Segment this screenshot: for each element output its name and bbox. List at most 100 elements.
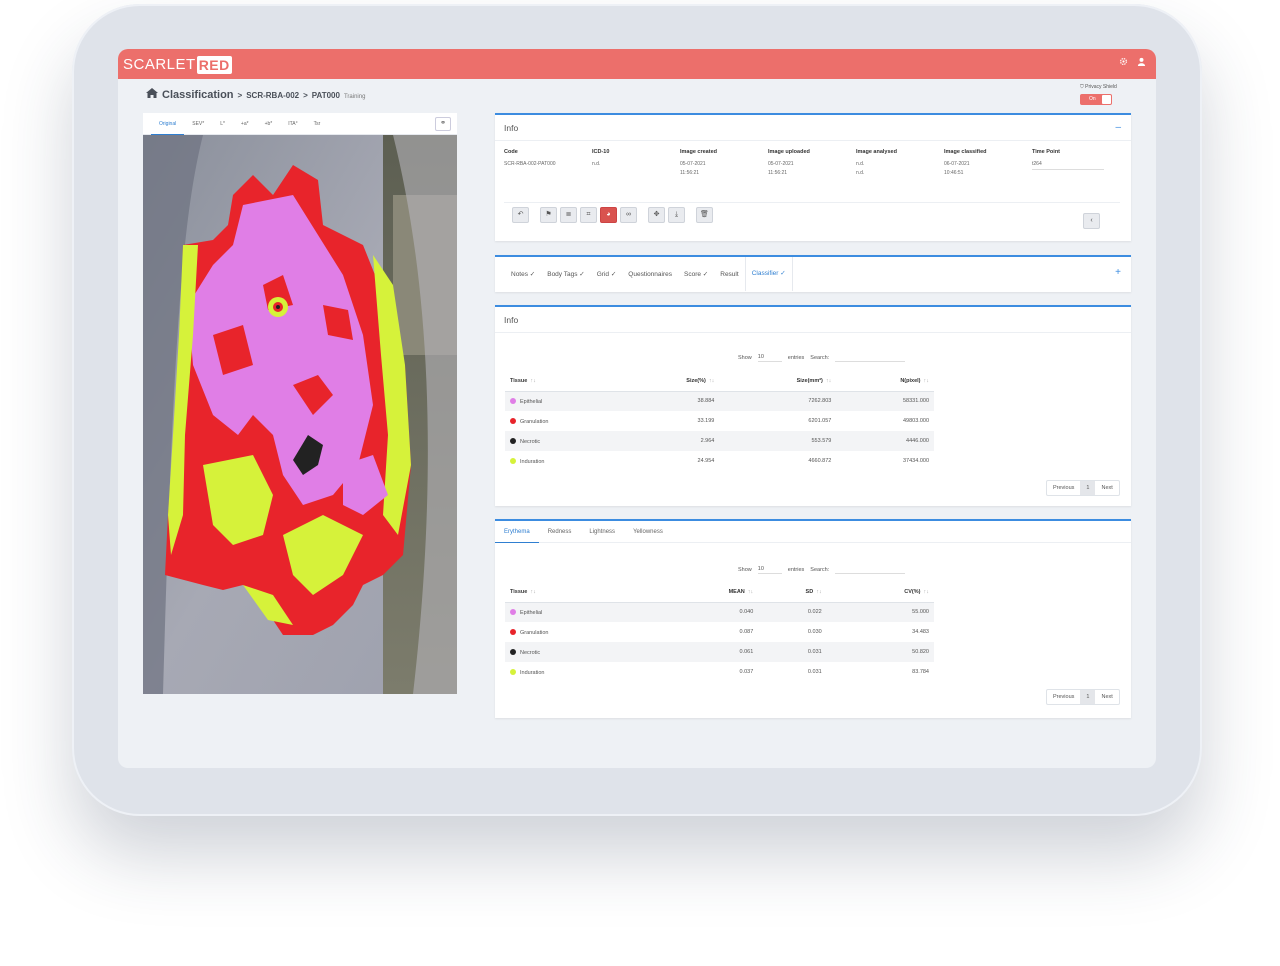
column-header[interactable]: SD ↑↓ <box>758 582 827 603</box>
tissue-color-dot <box>510 608 516 615</box>
section-tab[interactable]: Classifier ✓ <box>744 257 793 291</box>
column-header[interactable]: N(pixel) ↑↓ <box>836 371 934 392</box>
info-label: Code <box>504 149 518 155</box>
app-screen: SCARLET RED Classification > SCR-RBA-002… <box>118 49 1156 768</box>
info-label: Image uploaded <box>768 149 810 155</box>
sort-icon[interactable]: ↑↓ <box>826 378 832 384</box>
sort-icon[interactable]: ↑↓ <box>924 378 930 384</box>
column-header[interactable]: CV(%) ↑↓ <box>826 582 934 603</box>
image-panel: Original SEV* L* +a* +b* ITA° Tsr ⚭ <box>143 113 457 694</box>
sort-icon[interactable]: ↑↓ <box>530 378 536 384</box>
gear-icon[interactable] <box>1116 57 1130 71</box>
collapse-button[interactable]: – <box>1115 115 1121 141</box>
entries-select[interactable]: 10 <box>757 566 782 574</box>
trash-icon[interactable]: 🗑 <box>696 207 713 223</box>
crop-icon[interactable]: ⌗ <box>580 207 597 223</box>
image-tab[interactable]: +a* <box>233 113 257 135</box>
privacy-label: ⛉ Privacy Shield <box>1080 84 1117 90</box>
breadcrumb-patient[interactable]: SCR-RBA-002 <box>246 91 299 100</box>
wound-classification-image[interactable] <box>143 135 457 694</box>
value-cell: 0.030 <box>807 629 822 635</box>
column-header[interactable]: Size(%) ↑↓ <box>621 371 720 392</box>
classifier-icon[interactable]: ◕ <box>600 207 617 223</box>
section-tabs: Notes ✓ Body Tags ✓ Grid ✓ Questionnaires Sc… <box>495 257 1131 291</box>
info-value[interactable]: t264 <box>1032 160 1104 170</box>
search-label: Search: <box>810 567 830 573</box>
value-cell: 37434.000 <box>903 458 929 464</box>
metric-tab[interactable]: Yellowness <box>624 521 672 543</box>
chevron-left-icon[interactable]: ‹ <box>1083 213 1100 229</box>
page-button[interactable]: 1 <box>1080 481 1096 495</box>
entries-label: entries <box>787 567 805 573</box>
image-tab[interactable]: SEV* <box>184 113 212 135</box>
info-value: 05-07-2021 <box>768 161 794 167</box>
table2-pagination: Previous 1 Next <box>1046 689 1120 705</box>
tissue-color-dot <box>510 457 516 464</box>
previous-button[interactable]: Previous <box>1047 690 1080 704</box>
show-label: Show <box>738 567 752 573</box>
column-header[interactable]: Tissue ↑↓ <box>505 371 622 392</box>
image-tab[interactable]: Tsr <box>306 113 329 135</box>
info-title: Info <box>504 123 519 133</box>
undo-icon[interactable]: ↶ <box>512 207 529 223</box>
info-column: Time Point t264 <box>1032 148 1120 178</box>
link-icon[interactable]: ∞ <box>620 207 637 223</box>
info-grid: Code SCR-RBA-002-PAT000 ICD-10 n.d. Image cr… <box>504 148 1120 178</box>
metric-tab[interactable]: Redness <box>539 521 581 543</box>
user-icon[interactable] <box>1134 57 1148 71</box>
previous-button[interactable]: Previous <box>1047 481 1080 495</box>
table1-pagination: Previous 1 Next <box>1046 480 1120 496</box>
column-header[interactable]: MEAN ↑↓ <box>650 582 759 603</box>
value-cell: 38.884 <box>621 391 720 411</box>
section-tab[interactable]: Notes ✓ <box>505 270 541 278</box>
image-tab[interactable]: L* <box>212 113 233 135</box>
color-metrics-table: Tissue ↑↓ MEAN ↑↓ SD ↑↓ CV(%) ↑↓ Epithelial 0.040… <box>505 582 934 682</box>
list-icon[interactable]: ≣ <box>560 207 577 223</box>
sort-icon[interactable]: ↑↓ <box>924 589 930 595</box>
metric-tab[interactable]: Lightness <box>580 521 624 543</box>
value-cell: 0.040 <box>650 602 759 622</box>
unlink-icon[interactable]: ⚭ <box>435 116 451 131</box>
search-input[interactable] <box>835 566 906 574</box>
section-tab[interactable]: Score ✓ <box>678 270 714 278</box>
entries-label: entries <box>787 355 805 361</box>
brand-logo[interactable]: SCARLET RED <box>123 55 232 74</box>
value-cell: 553.579 <box>719 431 837 451</box>
sort-icon[interactable]: ↑↓ <box>709 378 715 384</box>
tissue-size-table: Tissue ↑↓ Size(%) ↑↓ Size(mm²) ↑↓ N(pixel) ↑↓ Ep… <box>505 371 934 471</box>
section-tab[interactable]: Grid ✓ <box>591 270 623 278</box>
column-header[interactable]: Size(mm²) ↑↓ <box>719 371 837 392</box>
metric-tab[interactable]: Erythema <box>495 521 539 543</box>
brand-name-a: SCARLET <box>123 56 196 73</box>
breadcrumb-case[interactable]: PAT000 <box>312 91 340 100</box>
value-cell: 0.087 <box>739 629 754 635</box>
section-tabs-card: Notes ✓ Body Tags ✓ Grid ✓ Questionnaires Sc… <box>495 255 1131 292</box>
section-tab[interactable]: Result <box>714 271 744 278</box>
entries-select[interactable]: 10 <box>757 354 782 362</box>
section-tab[interactable]: Body Tags ✓ <box>541 270 591 278</box>
search-input[interactable] <box>835 354 906 362</box>
column-header[interactable]: Tissue ↑↓ <box>505 582 651 603</box>
tissue-info-header: Info <box>495 307 1131 333</box>
home-icon[interactable] <box>146 87 158 101</box>
next-button[interactable]: Next <box>1095 481 1118 495</box>
sort-icon[interactable]: ↑↓ <box>748 589 754 595</box>
sort-icon[interactable]: ↑↓ <box>530 589 536 595</box>
add-section-button[interactable]: + <box>1115 267 1121 278</box>
section-tab[interactable]: Questionnaires <box>622 271 678 278</box>
image-tabs: Original SEV* L* +a* +b* ITA° Tsr ⚭ <box>143 113 457 135</box>
image-tab[interactable]: +b* <box>257 113 281 135</box>
next-button[interactable]: Next <box>1095 690 1118 704</box>
privacy-toggle[interactable]: On <box>1080 94 1112 105</box>
move-icon[interactable]: ✥ <box>648 207 665 223</box>
image-tab[interactable]: ITA° <box>280 113 305 135</box>
value-cell: 50.820 <box>826 642 934 662</box>
info-value: SCR-RBA-002-PAT000 <box>504 161 556 167</box>
page-button[interactable]: 1 <box>1080 690 1096 704</box>
sort-icon[interactable]: ↑↓ <box>816 589 822 595</box>
download-icon[interactable]: ⤓ <box>668 207 685 223</box>
value-cell: 83.784 <box>912 669 929 675</box>
flag-icon[interactable]: ⚑ <box>540 207 557 223</box>
image-tab[interactable]: Original <box>151 113 185 135</box>
tissue-cell: Induration <box>505 451 622 471</box>
